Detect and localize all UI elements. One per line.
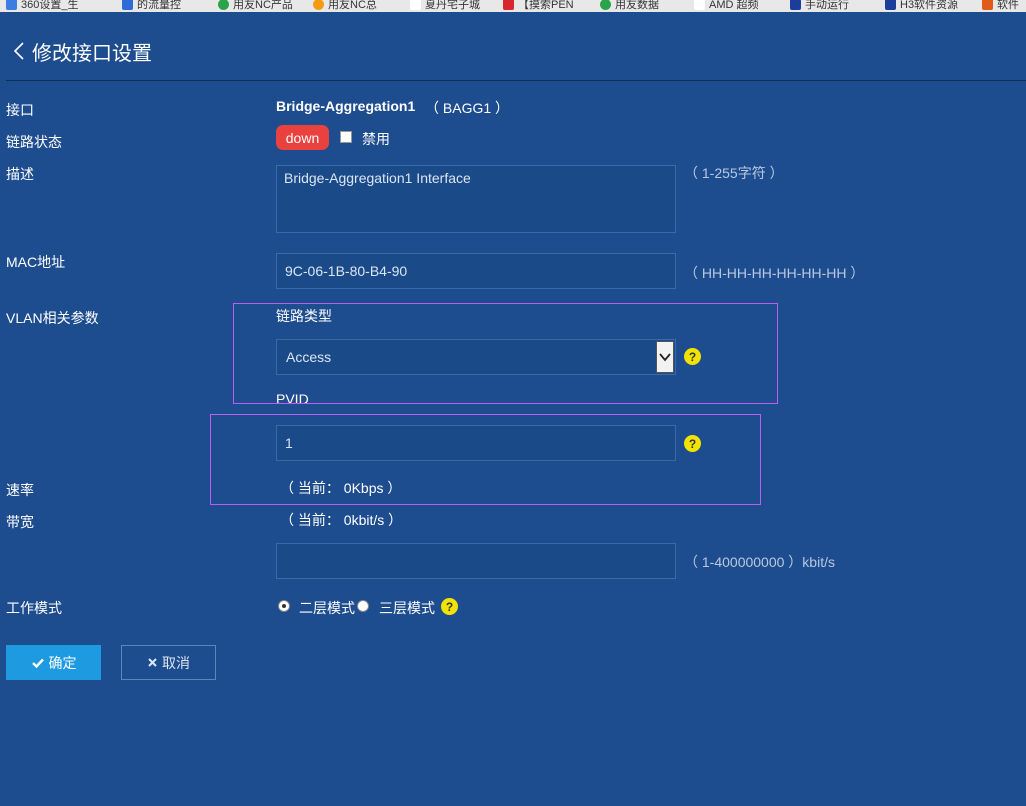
bookmark-favicon-icon [122, 0, 133, 10]
page-title: 修改接口设置 [32, 42, 152, 65]
disable-label: 禁用 [362, 131, 390, 147]
bookmark-item[interactable]: 【摸索PEN [503, 0, 574, 11]
cancel-button[interactable]: 取消 [121, 645, 216, 680]
layer3-radio[interactable] [357, 600, 369, 612]
bookmark-favicon-icon [982, 0, 993, 10]
interface-name: Bridge-Aggregation1 [276, 98, 416, 114]
vlan-label: VLAN相关参数 [6, 310, 99, 326]
bookmark-favicon-icon [694, 0, 705, 10]
close-icon [148, 658, 157, 667]
bandwidth-current: （ 当前： 0kbit/s ） [280, 512, 403, 528]
ok-button[interactable]: 确定 [6, 645, 101, 680]
layer2-radio[interactable] [278, 600, 290, 612]
page-header: 修改接口设置 [10, 36, 152, 66]
bandwidth-field[interactable] [276, 543, 676, 579]
bookmark-favicon-icon [6, 0, 17, 10]
bookmark-favicon-icon [503, 0, 514, 10]
bookmark-favicon-icon [885, 0, 896, 10]
bookmark-item[interactable]: AMD 超频 [694, 0, 759, 11]
bookmark-favicon-icon [218, 0, 229, 10]
chevron-left-icon[interactable] [10, 37, 30, 65]
work-mode-label: 工作模式 [6, 600, 62, 616]
bookmark-item[interactable]: 夏丹宅子城 [410, 0, 480, 11]
layer2-label: 二层模式 [299, 600, 355, 616]
mac-hint: （ HH-HH-HH-HH-HH-HH ） [684, 265, 865, 281]
highlight-box [233, 303, 778, 404]
cancel-button-label: 取消 [162, 654, 190, 671]
description-hint: （ 1-255字符 ） [684, 165, 784, 181]
bookmark-item[interactable]: H3软件资源 [885, 0, 958, 11]
interface-label: 接口 [6, 102, 34, 118]
disable-checkbox[interactable] [340, 131, 352, 143]
bookmark-favicon-icon [313, 0, 324, 10]
bookmark-favicon-icon [790, 0, 801, 10]
status-badge: down [276, 125, 329, 150]
bookmark-item[interactable]: 的流量控 [122, 0, 181, 11]
bandwidth-label: 带宽 [6, 514, 34, 530]
interface-alias: （ BAGG1 ） [425, 100, 510, 116]
ok-button-label: 确定 [48, 654, 77, 671]
bandwidth-hint: （ 1-400000000 ）kbit/s [684, 554, 835, 570]
layer3-label: 三层模式 [379, 600, 435, 616]
speed-label: 速率 [6, 482, 34, 498]
mac-field[interactable] [276, 253, 676, 289]
description-field[interactable]: Bridge-Aggregation1 Interface [276, 165, 676, 233]
bookmark-favicon-icon [600, 0, 611, 10]
bookmark-item[interactable]: 用友数据 [600, 0, 659, 11]
bookmark-item[interactable]: 360设置_生 [6, 0, 78, 11]
bookmarks-bar: 360设置_生 的流量控 用友NC产品 用友NC总 夏丹宅子城 【摸索PEN 用… [0, 0, 1026, 12]
bookmark-item[interactable]: 手动运行 [790, 0, 849, 11]
bookmark-item[interactable]: 用友NC总 [313, 0, 377, 11]
bookmark-item[interactable]: 软件 [982, 0, 1019, 11]
mac-label: MAC地址 [6, 254, 66, 270]
speed-current: （ 当前： 0Kbps ） [280, 480, 402, 496]
check-icon [31, 658, 44, 668]
help-icon[interactable]: ? [441, 598, 458, 615]
header-divider [6, 80, 1026, 81]
link-status-label: 链路状态 [6, 134, 62, 150]
bookmark-item[interactable]: 用友NC产品 [218, 0, 293, 11]
bookmark-favicon-icon [410, 0, 421, 10]
description-label: 描述 [6, 166, 34, 182]
